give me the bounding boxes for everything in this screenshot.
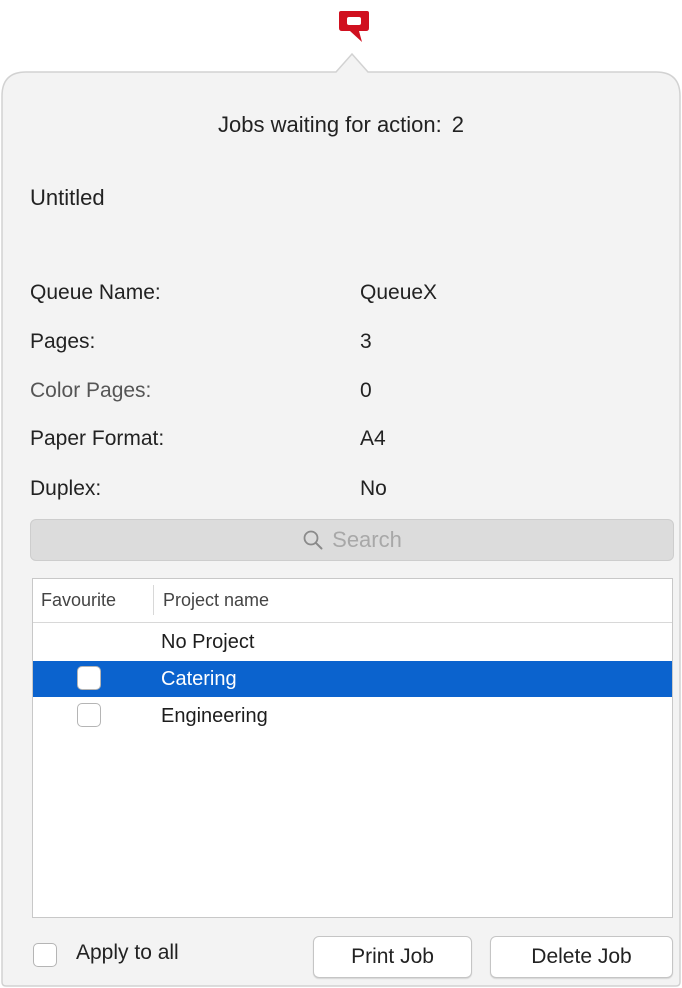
detail-label: Duplex: (30, 477, 102, 500)
column-header-project-name[interactable]: Project name (163, 590, 269, 611)
detail-value: 3 (360, 330, 372, 353)
table-row[interactable]: Engineering (33, 698, 672, 734)
detail-value: A4 (360, 427, 386, 450)
document-title: Untitled (30, 185, 105, 210)
detail-pages: Pages: 3 (30, 330, 650, 364)
apply-to-all-label[interactable]: Apply to all (76, 941, 179, 965)
apply-to-all-checkbox[interactable] (33, 943, 57, 967)
project-name: Catering (161, 668, 237, 690)
favourite-checkbox[interactable] (77, 666, 101, 690)
jobs-waiting-label: Jobs waiting for action: (217, 112, 442, 137)
jobs-waiting-count: 2 (451, 112, 465, 137)
popover: Jobs waiting for action: 2 Untitled Queue… (0, 0, 682, 988)
detail-duplex: Duplex: No (30, 477, 650, 511)
detail-paper-format: Paper Format: A4 (30, 427, 650, 461)
jobs-waiting-status: Jobs waiting for action: 2 (0, 112, 682, 138)
delete-job-button[interactable]: Delete Job (490, 936, 673, 978)
column-divider (153, 585, 154, 615)
detail-value: No (360, 477, 387, 500)
detail-label: Queue Name: (30, 281, 161, 304)
detail-label: Pages: (30, 330, 96, 353)
project-name: Engineering (161, 705, 268, 727)
table-row[interactable]: Catering (33, 661, 672, 697)
project-name: No Project (161, 631, 255, 653)
table-row[interactable]: No Project (33, 624, 672, 660)
detail-queue-name: Queue Name: QueueX (30, 281, 650, 315)
table-header: Favourite Project name (33, 579, 672, 623)
search-icon (303, 530, 323, 550)
detail-value: QueueX (360, 281, 438, 304)
detail-color-pages: Color Pages: 0 (30, 379, 650, 413)
print-job-button[interactable]: Print Job (313, 936, 472, 978)
detail-label: Color Pages: (30, 379, 152, 402)
detail-value: 0 (360, 379, 372, 402)
favourite-checkbox[interactable] (77, 703, 101, 727)
detail-label: Paper Format: (30, 427, 165, 450)
column-header-favourite[interactable]: Favourite (41, 590, 116, 611)
search-placeholder: Search (332, 527, 402, 552)
search-input[interactable]: Search (30, 519, 674, 561)
projects-table: Favourite Project name No Project Cateri… (32, 578, 673, 918)
